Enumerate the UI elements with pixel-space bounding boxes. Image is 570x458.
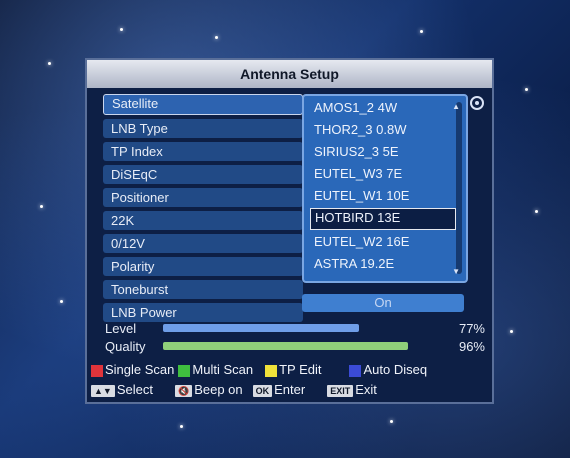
quality-bar <box>163 342 418 350</box>
menu-item-tp-index[interactable]: TP Index <box>103 142 303 161</box>
star <box>48 62 51 65</box>
lnb-power-value[interactable]: On <box>302 294 464 312</box>
level-bar <box>163 324 418 332</box>
menu-item-lnb-power[interactable]: LNB Power <box>103 303 303 322</box>
quality-percent: 96% <box>458 339 485 354</box>
quality-label: Quality <box>105 339 146 354</box>
tp-edit-label: TP Edit <box>279 362 322 377</box>
up-down-key-icon: ▲▼ <box>91 385 115 397</box>
mute-key-icon: 🔇 <box>174 385 193 397</box>
quality-row: Quality 96% <box>105 339 485 355</box>
level-label: Level <box>105 321 137 336</box>
menu-item-0-12v[interactable]: 0/12V <box>103 234 303 253</box>
menu-item-lnb-type[interactable]: LNB Type <box>103 119 303 138</box>
menu-item-satellite[interactable]: Satellite <box>103 94 303 115</box>
star <box>60 300 63 303</box>
satellite-list-scrollbar[interactable]: ▲ ▼ <box>452 102 462 276</box>
antenna-setup-dialog: Antenna Setup Satellite LNB Type TP Inde… <box>85 58 494 404</box>
menu-item-22k[interactable]: 22K <box>103 211 303 230</box>
color-key-legend: Single Scan Multi Scan TP Edit Auto Dise… <box>91 362 427 377</box>
menu-item-positioner[interactable]: Positioner <box>103 188 303 207</box>
star <box>120 28 123 31</box>
yellow-key-icon <box>265 364 278 377</box>
auto-diseq-label: Auto Diseq <box>363 362 428 377</box>
satellite-option[interactable]: SIRIUS2_3 5E <box>310 142 456 162</box>
satellite-list[interactable]: AMOS1_2 4W THOR2_3 0.8W SIRIUS2_3 5E EUT… <box>302 94 468 283</box>
level-row: Level 77% <box>105 321 485 337</box>
star <box>420 30 423 33</box>
blue-key-icon <box>349 364 362 377</box>
menu-item-diseqc[interactable]: DiSEqC <box>103 165 303 184</box>
star <box>40 205 43 208</box>
scroll-down-icon[interactable]: ▼ <box>452 267 460 276</box>
satellite-option[interactable]: THOR2_3 0.8W <box>310 120 456 140</box>
radio-icon <box>470 96 484 110</box>
level-percent: 77% <box>458 321 485 336</box>
menu-item-toneburst[interactable]: Toneburst <box>103 280 303 299</box>
level-bar-fill <box>163 324 360 332</box>
star <box>510 330 513 333</box>
star <box>525 88 528 91</box>
enter-label: Enter <box>274 382 306 397</box>
green-key-icon <box>178 364 191 377</box>
red-key-icon <box>91 364 103 377</box>
dialog-title: Antenna Setup <box>87 60 492 88</box>
settings-menu: Satellite LNB Type TP Index DiSEqC Posit… <box>103 94 303 326</box>
satellite-option[interactable]: EUTEL_W1 10E <box>310 186 456 206</box>
exit-label: Exit <box>355 382 377 397</box>
button-key-legend: ▲▼ Select 🔇 Beep on OK Enter EXIT Exit <box>91 382 377 397</box>
star <box>535 210 538 213</box>
single-scan-label: Single Scan <box>105 362 175 377</box>
star <box>215 36 218 39</box>
select-label: Select <box>116 382 153 397</box>
scroll-up-icon[interactable]: ▲ <box>452 102 460 111</box>
star <box>390 420 393 423</box>
ok-key-icon: OK <box>252 385 273 397</box>
menu-item-polarity[interactable]: Polarity <box>103 257 303 276</box>
beep-on-label: Beep on <box>194 382 243 397</box>
satellite-option[interactable]: AMOS1_2 4W <box>310 98 456 118</box>
satellite-option[interactable]: ASTRA 19.2E <box>310 254 456 274</box>
quality-bar-fill <box>163 342 408 350</box>
satellite-option-selected[interactable]: HOTBIRD 13E <box>310 208 456 230</box>
exit-key-icon: EXIT <box>327 385 354 397</box>
star <box>180 425 183 428</box>
satellite-option[interactable]: EUTEL_W3 7E <box>310 164 456 184</box>
satellite-option[interactable]: EUTEL_W2 16E <box>310 232 456 252</box>
multi-scan-label: Multi Scan <box>192 362 254 377</box>
